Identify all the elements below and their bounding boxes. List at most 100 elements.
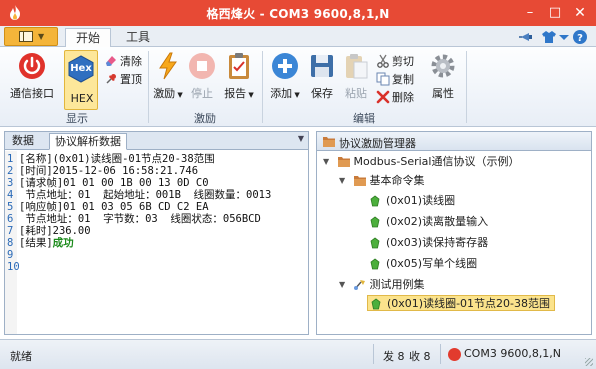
chevron-down-icon: ▼ xyxy=(246,91,254,99)
tab-home[interactable]: 开始 xyxy=(65,28,112,48)
line-number: 9 xyxy=(7,249,14,261)
scissors-icon xyxy=(376,54,390,68)
maximize-button[interactable]: □ xyxy=(544,3,566,23)
help-icon[interactable]: ? xyxy=(572,29,588,45)
stop-button[interactable]: 停止 xyxy=(186,51,218,101)
tree-node-label: 测试用例集 xyxy=(369,278,425,291)
cut-label: 剪切 xyxy=(392,55,414,68)
stimulus-manager-pane: 协议激励管理器 ▼ Modbus-Serial通信协议（示例） ▼ 基本命令集 … xyxy=(316,131,592,335)
minimize-button[interactable]: – xyxy=(519,3,541,23)
save-label: 保存 xyxy=(311,87,333,100)
application-menu-button[interactable]: ▼ xyxy=(4,27,58,46)
tree-node-test-set[interactable]: ▼ 测试用例集 xyxy=(339,277,425,293)
pushpin-icon xyxy=(104,72,118,86)
title-bar: 格西烽火 - COM3 9600,8,1,N – □ ✕ xyxy=(0,0,596,26)
expand-arrow-icon[interactable]: ▼ xyxy=(339,277,349,293)
stimulus-button[interactable]: 激励 ▼ xyxy=(152,51,184,101)
status-bar: 就绪 发 8 收 8 COM3 9600,8,1,N xyxy=(0,339,596,369)
paste-icon xyxy=(341,51,371,81)
expand-arrow-icon[interactable]: ▼ xyxy=(323,154,333,170)
status-port[interactable]: COM3 9600,8,1,N xyxy=(448,347,561,361)
group-label-display: 显示 xyxy=(66,112,88,125)
line-number: 2 xyxy=(7,165,14,177)
cut-button[interactable]: 剪切 xyxy=(376,53,414,69)
pin-icon[interactable] xyxy=(518,29,534,45)
line-number: 7 xyxy=(7,225,14,237)
tree-node-basic-set[interactable]: ▼ 基本命令集 xyxy=(339,173,425,189)
close-button[interactable]: ✕ xyxy=(569,3,591,23)
add-button[interactable]: 添加 ▼ xyxy=(268,51,302,101)
report-button[interactable]: 报告 ▼ xyxy=(222,51,256,101)
folder-icon xyxy=(323,137,335,147)
green-gem-icon xyxy=(369,216,383,228)
tree-node-label: Modbus-Serial通信协议（示例） xyxy=(353,155,520,168)
comm-interface-button[interactable]: 通信接口 xyxy=(8,51,56,101)
tree-item[interactable]: (0x05)写单个线圈 xyxy=(369,256,477,272)
dropdown-icon[interactable] xyxy=(556,29,572,45)
hex-icon: Hex xyxy=(68,55,94,83)
tree-item[interactable]: (0x01)读线圈 xyxy=(369,193,455,209)
green-gem-icon xyxy=(369,258,383,270)
menu-icon xyxy=(19,31,33,42)
green-gem-icon xyxy=(370,298,384,310)
line-text: [耗时]236.00 xyxy=(19,225,91,237)
group-separator xyxy=(466,51,467,123)
data-pane: 数据 协议解析数据 ▼ 1 [名称](0x01)读线圈-01节点20-38范围 2… xyxy=(4,131,309,335)
shirt-icon[interactable] xyxy=(541,29,557,45)
pane-title: 协议激励管理器 xyxy=(339,137,416,150)
line-number: 10 xyxy=(7,261,20,273)
properties-button[interactable]: 属性 xyxy=(426,51,460,101)
properties-label: 属性 xyxy=(432,87,454,100)
eraser-icon xyxy=(104,54,118,68)
tree-item-label: (0x01)读线圈-01节点20-38范围 xyxy=(387,297,551,310)
lightning-icon xyxy=(153,51,183,81)
plus-icon xyxy=(270,51,300,81)
copy-button[interactable]: 复制 xyxy=(376,71,414,87)
copy-label: 复制 xyxy=(392,73,414,86)
save-button[interactable]: 保存 xyxy=(306,51,338,101)
tree-item-label: (0x01)读线圈 xyxy=(386,194,456,207)
chevron-down-icon: ▼ xyxy=(175,91,183,99)
chevron-down-icon: ▼ xyxy=(292,91,300,99)
tab-tools[interactable]: 工具 xyxy=(116,28,160,47)
line-number: 8 xyxy=(7,237,14,249)
report-label: 报告 xyxy=(224,87,247,100)
parsed-data-editor[interactable]: 1 [名称](0x01)读线圈-01节点20-38范围 2 [时间]2015-12-… xyxy=(5,151,308,334)
line-number: 6 xyxy=(7,213,14,225)
tab-protocol-parsed-data[interactable]: 协议解析数据 xyxy=(49,133,127,150)
hex-icon-text: Hex xyxy=(70,63,92,74)
add-label: 添加 xyxy=(270,87,293,100)
tree-item[interactable]: (0x03)读保持寄存器 xyxy=(369,235,488,251)
resize-grip[interactable] xyxy=(585,358,593,366)
status-sent-count: 发 8 xyxy=(383,350,405,363)
delete-x-icon xyxy=(376,90,390,104)
power-icon xyxy=(448,347,461,361)
chevron-down-icon[interactable]: ▼ xyxy=(298,134,304,143)
paste-button[interactable]: 粘贴 xyxy=(340,51,372,101)
hex-button[interactable]: Hex HEX xyxy=(64,50,98,110)
ribbon-panel: 通信接口 Hex HEX 清除 置顶 显示 激励 ▼ 停止 报告 ▼ 激励 添加… xyxy=(0,47,596,127)
group-label-stimulus: 激励 xyxy=(194,112,216,125)
window-title: 格西烽火 - COM3 9600,8,1,N xyxy=(206,7,390,21)
copy-icon xyxy=(376,72,390,86)
floppy-disk-icon xyxy=(307,51,337,81)
data-pane-tabs: 数据 协议解析数据 ▼ xyxy=(5,132,308,150)
gear-icon xyxy=(428,51,458,81)
line-number: 3 xyxy=(7,177,14,189)
tab-data[interactable]: 数据 xyxy=(7,133,39,150)
tree-item-selected[interactable]: (0x01)读线圈-01节点20-38范围 xyxy=(367,295,556,311)
tree-node-root[interactable]: ▼ Modbus-Serial通信协议（示例） xyxy=(323,154,519,170)
expand-arrow-icon[interactable]: ▼ xyxy=(339,173,349,189)
topmost-button[interactable]: 置顶 xyxy=(104,71,142,87)
delete-button[interactable]: 删除 xyxy=(376,89,414,105)
chevron-down-icon: ▼ xyxy=(38,32,45,41)
stop-icon xyxy=(187,51,217,81)
tree-item[interactable]: (0x02)读离散量输入 xyxy=(369,214,488,230)
line-text: [响应帧]01 01 03 05 6B CD C2 EA xyxy=(19,201,209,213)
line-number: 1 xyxy=(7,153,14,165)
status-separator xyxy=(440,344,441,364)
line-text: [请求帧]01 01 00 1B 00 13 0D C0 xyxy=(19,177,209,189)
tree-node-label: 基本命令集 xyxy=(369,174,425,187)
clear-button[interactable]: 清除 xyxy=(104,53,142,69)
hex-label: HEX xyxy=(70,92,94,105)
